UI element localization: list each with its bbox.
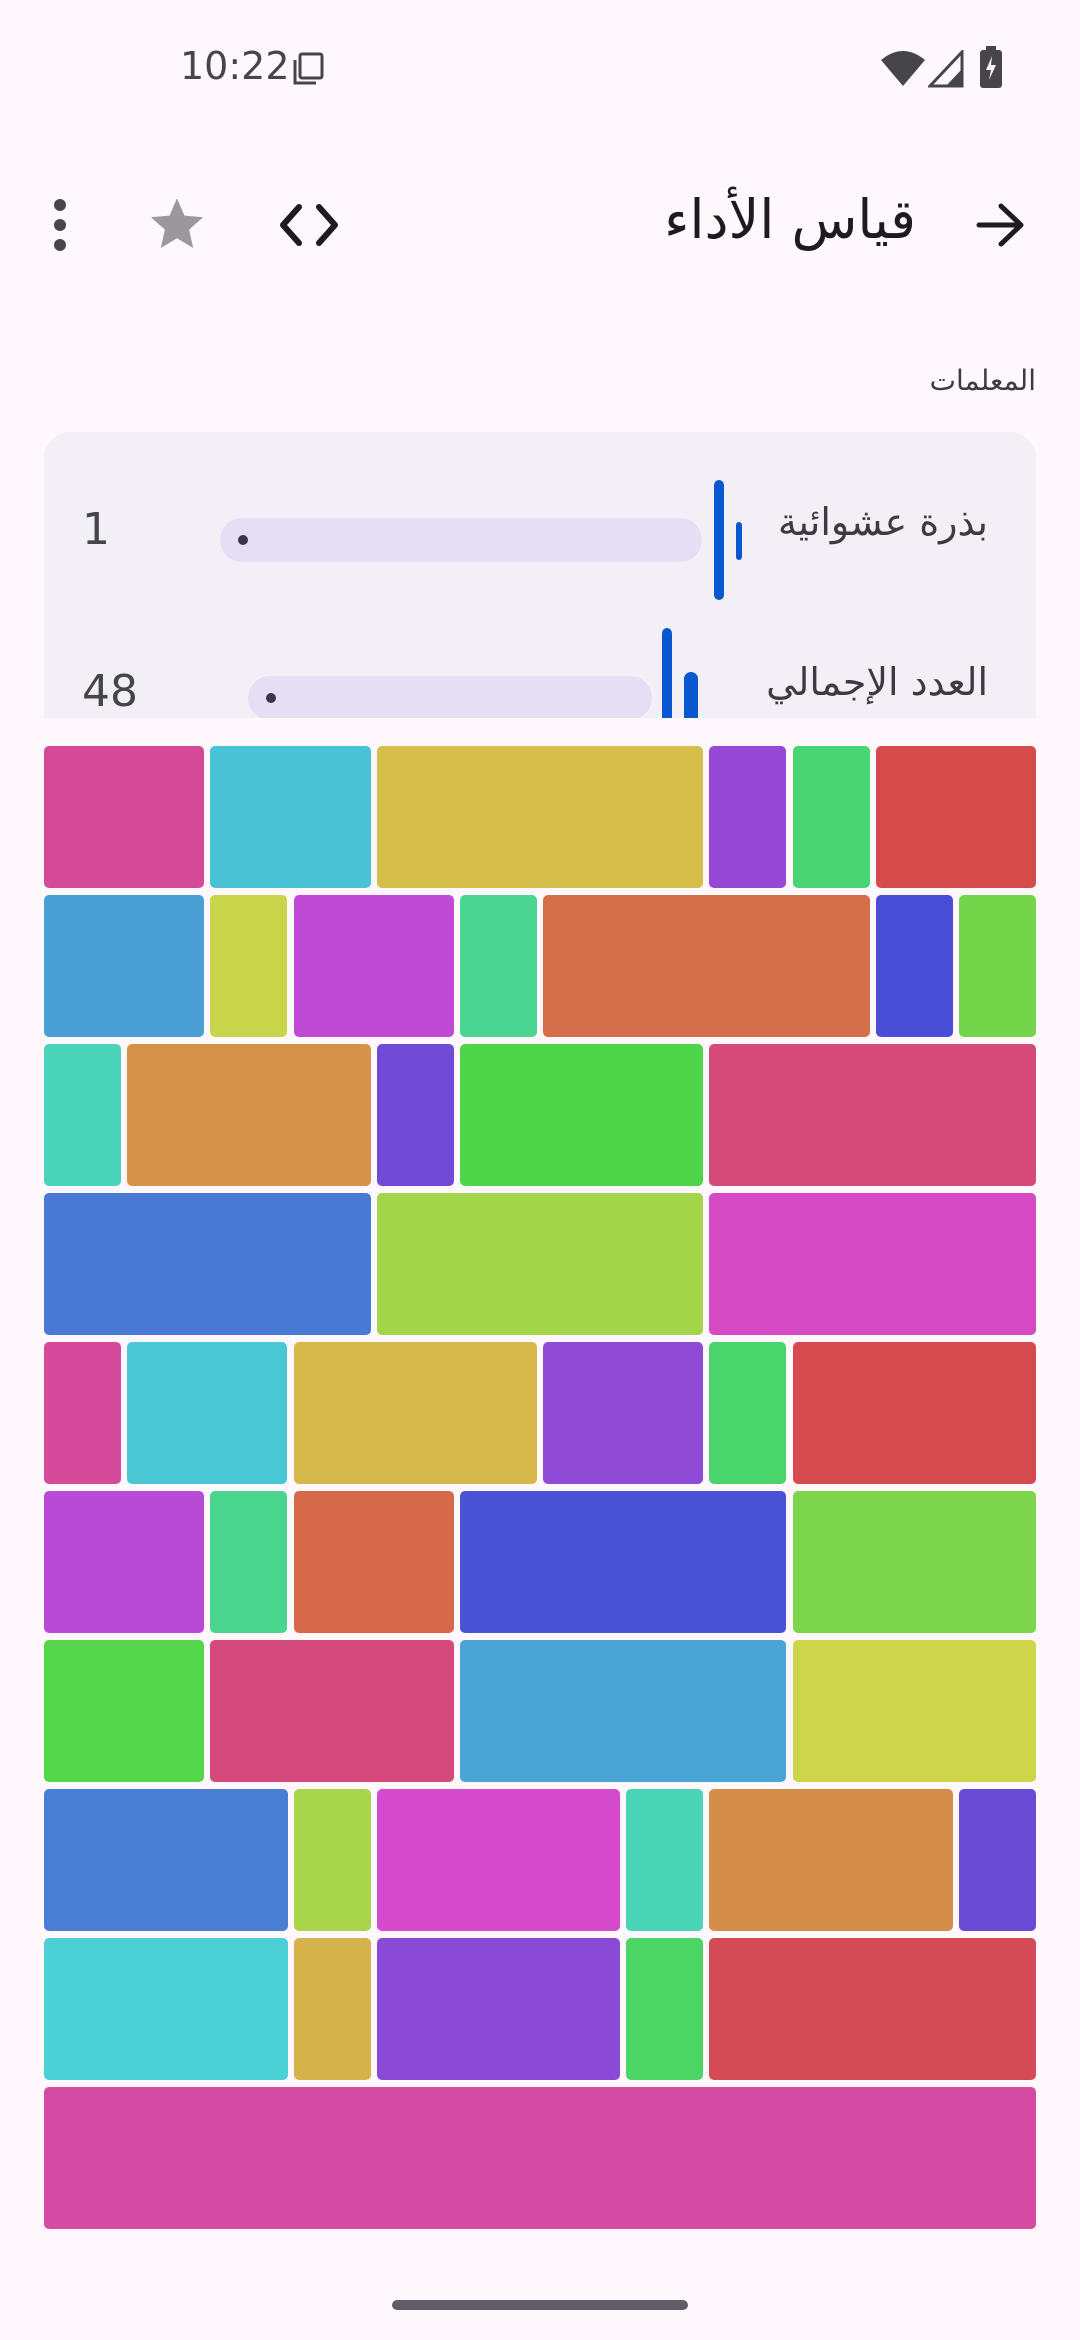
color-tile xyxy=(459,1044,704,1186)
slider-thumb[interactable] xyxy=(714,480,724,600)
color-tile xyxy=(293,1491,454,1633)
param-label: العدد الإجمالي xyxy=(766,660,988,704)
color-tile xyxy=(709,746,787,888)
color-tile xyxy=(709,1938,1036,2080)
color-tile xyxy=(792,746,870,888)
wifi-icon xyxy=(880,50,926,92)
color-tile xyxy=(44,2087,1036,2229)
favorite-button[interactable] xyxy=(140,188,214,262)
slider-active-track xyxy=(736,522,742,560)
param-value: 48 xyxy=(82,666,138,717)
signal-icon xyxy=(926,48,964,92)
star-icon xyxy=(150,198,204,248)
color-tile xyxy=(210,895,288,1037)
tile-row xyxy=(44,1491,1036,1633)
battery-charging-icon xyxy=(980,46,1002,92)
more-vert-icon xyxy=(54,199,66,251)
color-tile xyxy=(44,1342,122,1484)
slider-thumb[interactable] xyxy=(662,628,672,718)
color-tile xyxy=(44,1938,288,2080)
color-tile xyxy=(210,1640,454,1782)
slider-track xyxy=(220,518,702,562)
color-tile xyxy=(543,1342,704,1484)
tile-row xyxy=(44,2087,1036,2229)
color-tile xyxy=(709,1193,1036,1335)
color-tile xyxy=(376,1193,704,1335)
color-tile xyxy=(293,1342,537,1484)
color-tile xyxy=(459,895,537,1037)
tile-row xyxy=(44,1640,1036,1782)
gesture-navigation-bar[interactable] xyxy=(392,2300,688,2310)
arrow-forward-icon xyxy=(976,203,1024,247)
color-tile xyxy=(210,746,371,888)
color-tile xyxy=(958,895,1036,1037)
color-tile xyxy=(293,1938,371,2080)
color-tile xyxy=(709,1044,1036,1186)
color-tile xyxy=(293,1789,371,1931)
random-seed-slider[interactable] xyxy=(220,472,750,602)
color-tile xyxy=(44,1491,205,1633)
color-tile xyxy=(293,895,454,1037)
color-tile xyxy=(376,1789,621,1931)
status-bar: 10:22 xyxy=(0,0,1080,140)
param-label: بذرة عشوائية xyxy=(777,500,988,544)
color-tile xyxy=(459,1491,787,1633)
color-tile xyxy=(376,1938,621,2080)
tile-grid xyxy=(44,746,1036,2236)
tile-row xyxy=(44,1193,1036,1335)
slider-tick xyxy=(238,535,248,545)
color-tile xyxy=(44,895,205,1037)
slider-active-track xyxy=(684,672,698,718)
color-tile xyxy=(543,895,870,1037)
total-count-slider[interactable] xyxy=(248,626,758,718)
color-tile xyxy=(709,1342,787,1484)
color-tile xyxy=(44,746,205,888)
color-tile xyxy=(875,895,953,1037)
color-tile xyxy=(376,746,704,888)
app-bar: قياس الأداء xyxy=(0,170,1080,280)
param-row-total-count: العدد الإجمالي 48 xyxy=(44,626,1036,718)
color-tile xyxy=(958,1789,1036,1931)
color-tile xyxy=(792,1342,1036,1484)
color-tile xyxy=(792,1491,1036,1633)
color-tile xyxy=(44,1640,205,1782)
tile-row xyxy=(44,1789,1036,1931)
color-tile xyxy=(875,746,1036,888)
color-tile xyxy=(626,1938,704,2080)
screenshot-icon xyxy=(292,52,326,90)
slider-track xyxy=(248,676,652,718)
color-tile xyxy=(127,1342,288,1484)
param-row-random-seed: بذرة عشوائية 1 xyxy=(44,472,1036,602)
param-value: 1 xyxy=(82,504,110,555)
tile-row xyxy=(44,1044,1036,1186)
color-tile xyxy=(709,1789,953,1931)
view-source-button[interactable] xyxy=(272,188,346,262)
page-title: قياس الأداء xyxy=(664,188,916,251)
status-time: 10:22 xyxy=(180,44,290,88)
back-button[interactable] xyxy=(964,190,1038,260)
color-tile xyxy=(127,1044,371,1186)
color-tile xyxy=(44,1789,288,1931)
color-tile xyxy=(459,1640,787,1782)
slider-tick xyxy=(266,693,276,703)
color-tile xyxy=(44,1044,122,1186)
tile-row xyxy=(44,1938,1036,2080)
code-icon xyxy=(280,204,338,246)
color-tile xyxy=(376,1044,454,1186)
tile-row xyxy=(44,895,1036,1037)
color-tile xyxy=(44,1193,371,1335)
parameters-section-label: المعلمات xyxy=(929,364,1036,397)
color-tile xyxy=(626,1789,704,1931)
color-tile xyxy=(210,1491,288,1633)
tile-row xyxy=(44,746,1036,888)
more-options-button[interactable] xyxy=(30,190,90,260)
parameters-card: بذرة عشوائية 1 العدد الإجمالي 48 xyxy=(44,432,1036,718)
tile-row xyxy=(44,1342,1036,1484)
color-tile xyxy=(792,1640,1036,1782)
